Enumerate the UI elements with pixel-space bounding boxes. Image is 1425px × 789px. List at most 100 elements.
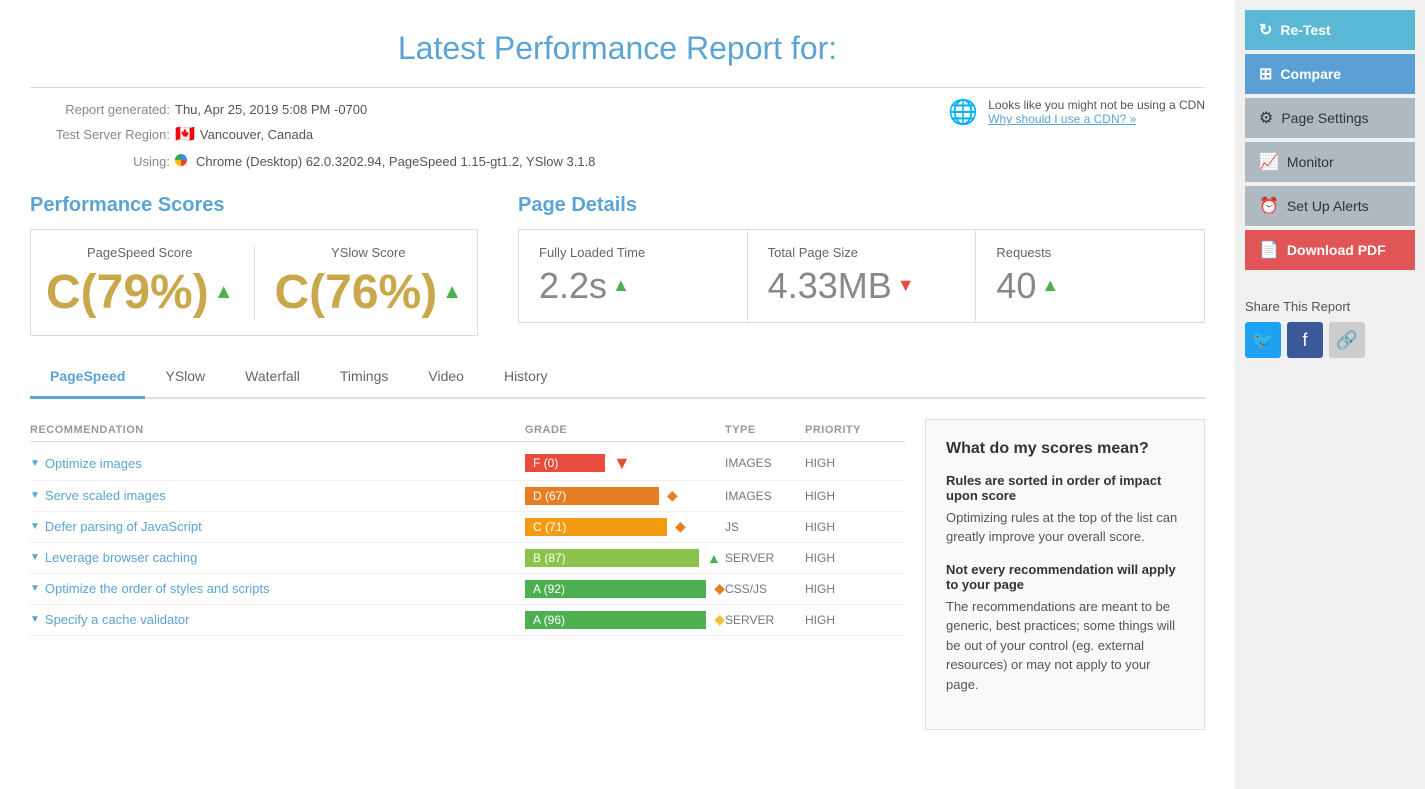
yslow-arrow: ▲ [442,281,462,304]
info-box-title: What do my scores mean? [946,440,1184,458]
compare-button[interactable]: ⊞ Compare [1245,54,1415,94]
pagespeed-score-box: PageSpeed Score C(79%) ▲ [46,245,234,320]
yslow-label: YSlow Score [275,245,463,260]
cdn-link[interactable]: Why should I use a CDN? » [988,112,1136,126]
performance-scores-title: Performance Scores [30,194,478,217]
scores-section: Performance Scores PageSpeed Score C(79%… [30,194,1205,336]
score-divider [254,245,255,320]
rec-optimize-images[interactable]: ▼ Optimize images [30,456,525,471]
tab-yslow[interactable]: YSlow [145,356,225,399]
using-label: Using: [30,150,170,173]
priority-up: ▲ [707,550,721,566]
tab-pagespeed[interactable]: PageSpeed [30,356,145,399]
info-title-1: Rules are sorted in order of impact upon… [946,473,1184,503]
pagespeed-arrow: ▲ [214,281,234,304]
type-server: SERVER [725,613,805,627]
using-value: Chrome (Desktop) 62.0.3202.94, PageSpeed… [196,150,595,173]
link-share-button[interactable]: 🔗 [1329,322,1365,358]
grade-value: F (0) [525,454,605,472]
col-grade: Grade [525,424,725,436]
type-js: JS [725,520,805,534]
tabs: PageSpeed YSlow Waterfall Timings Video … [30,356,1205,399]
expand-icon: ▼ [30,458,40,469]
grade-bar: A (92) ◆ [525,580,725,598]
col-type: Type [725,424,805,436]
rec-defer-js[interactable]: ▼ Defer parsing of JavaScript [30,519,525,534]
tab-waterfall[interactable]: Waterfall [225,356,320,399]
grade-value: D (67) [525,487,659,505]
total-size-arrow: ▼ [897,275,915,296]
rec-order-styles[interactable]: ▼ Optimize the order of styles and scrip… [30,581,525,596]
facebook-share-button[interactable]: f [1287,322,1323,358]
twitter-share-button[interactable]: 🐦 [1245,322,1281,358]
type-cssjs: CSS/JS [725,582,805,596]
region-flag: 🇨🇦 [175,121,195,150]
monitor-button[interactable]: 📈 Monitor [1245,142,1415,182]
rec-browser-cache[interactable]: ▼ Leverage browser caching [30,550,525,565]
yslow-value: C(76%) ▲ [275,265,463,320]
table-row: ▼ Serve scaled images D (67) ◆ IMAGES HI… [30,481,905,512]
priority-high: HIGH [805,551,905,565]
grade-bar: C (71) ◆ [525,518,725,536]
fully-loaded-label: Fully Loaded Time [539,245,727,260]
share-section: Share This Report 🐦 f 🔗 [1245,289,1415,358]
pagespeed-label: PageSpeed Score [46,245,234,260]
table-section: Recommendation Grade Type Priority ▼ Opt… [30,419,1205,731]
tab-history[interactable]: History [484,356,568,399]
grade-value: A (96) [525,611,706,629]
tab-video[interactable]: Video [408,356,484,399]
expand-icon: ▼ [30,614,40,625]
cdn-warning: 🌐 Looks like you might not be using a CD… [948,98,1205,127]
type-images: IMAGES [725,456,805,470]
alert-icon: ⏰ [1259,196,1279,216]
info-section-2: Not every recommendation will apply to y… [946,562,1184,695]
yslow-score-box: YSlow Score C(76%) ▲ [275,245,463,320]
page-title: Latest Performance Report for: [30,20,1205,67]
priority-high: HIGH [805,489,905,503]
table-row: ▼ Leverage browser caching B (87) ▲ SERV… [30,543,905,574]
region-label: Test Server Region: [30,123,170,146]
info-title-2: Not every recommendation will apply to y… [946,562,1184,592]
priority-high: HIGH [805,520,905,534]
total-size-value: 4.33MB ▼ [768,265,956,307]
tab-timings[interactable]: Timings [320,356,409,399]
info-text-2: The recommendations are meant to be gene… [946,597,1184,695]
grade-bar: D (67) ◆ [525,487,725,505]
priority-high: HIGH [805,613,905,627]
performance-scores: Performance Scores PageSpeed Score C(79%… [30,194,478,336]
priority-diamond: ◆ [675,518,686,535]
expand-icon: ▼ [30,583,40,594]
type-images: IMAGES [725,489,805,503]
share-icons: 🐦 f 🔗 [1245,322,1415,358]
total-size-label: Total Page Size [768,245,956,260]
priority-diamond-yellow: ◆ [714,611,725,628]
rec-cache-validator[interactable]: ▼ Specify a cache validator [30,612,525,627]
grade-bar: A (96) ◆ [525,611,725,629]
title-divider [30,87,1205,88]
meta-left: Report generated: Thu, Apr 25, 2019 5:08… [30,98,595,174]
cdn-warning-text: Looks like you might not be using a CDN [988,98,1205,112]
pagespeed-value: C(79%) ▲ [46,265,234,320]
priority-icon-down: ▼ [613,453,631,474]
requests-box: Requests 40 ▲ [976,230,1204,322]
generated-label: Report generated: [30,98,170,121]
report-meta: Report generated: Thu, Apr 25, 2019 5:08… [30,98,1205,174]
type-server: SERVER [725,551,805,565]
expand-icon: ▼ [30,552,40,563]
setup-alerts-button[interactable]: ⏰ Set Up Alerts [1245,186,1415,226]
retest-icon: ↻ [1259,20,1272,40]
priority-diamond: ◆ [667,487,678,504]
grade-value: C (71) [525,518,667,536]
rec-serve-scaled[interactable]: ▼ Serve scaled images [30,488,525,503]
table-row: ▼ Optimize the order of styles and scrip… [30,574,905,605]
sidebar: ↻ Re-Test ⊞ Compare ⚙ Page Settings 📈 Mo… [1235,0,1425,789]
requests-label: Requests [996,245,1184,260]
page-settings-button[interactable]: ⚙ Page Settings [1245,98,1415,138]
table-header: Recommendation Grade Type Priority [30,419,905,442]
fully-loaded-box: Fully Loaded Time 2.2s ▲ [519,230,748,322]
page-details-boxes: Fully Loaded Time 2.2s ▲ Total Page Size… [518,229,1205,323]
col-recommendation: Recommendation [30,424,525,436]
priority-high: HIGH [805,582,905,596]
download-pdf-button[interactable]: 📄 Download PDF [1245,230,1415,270]
retest-button[interactable]: ↻ Re-Test [1245,10,1415,50]
